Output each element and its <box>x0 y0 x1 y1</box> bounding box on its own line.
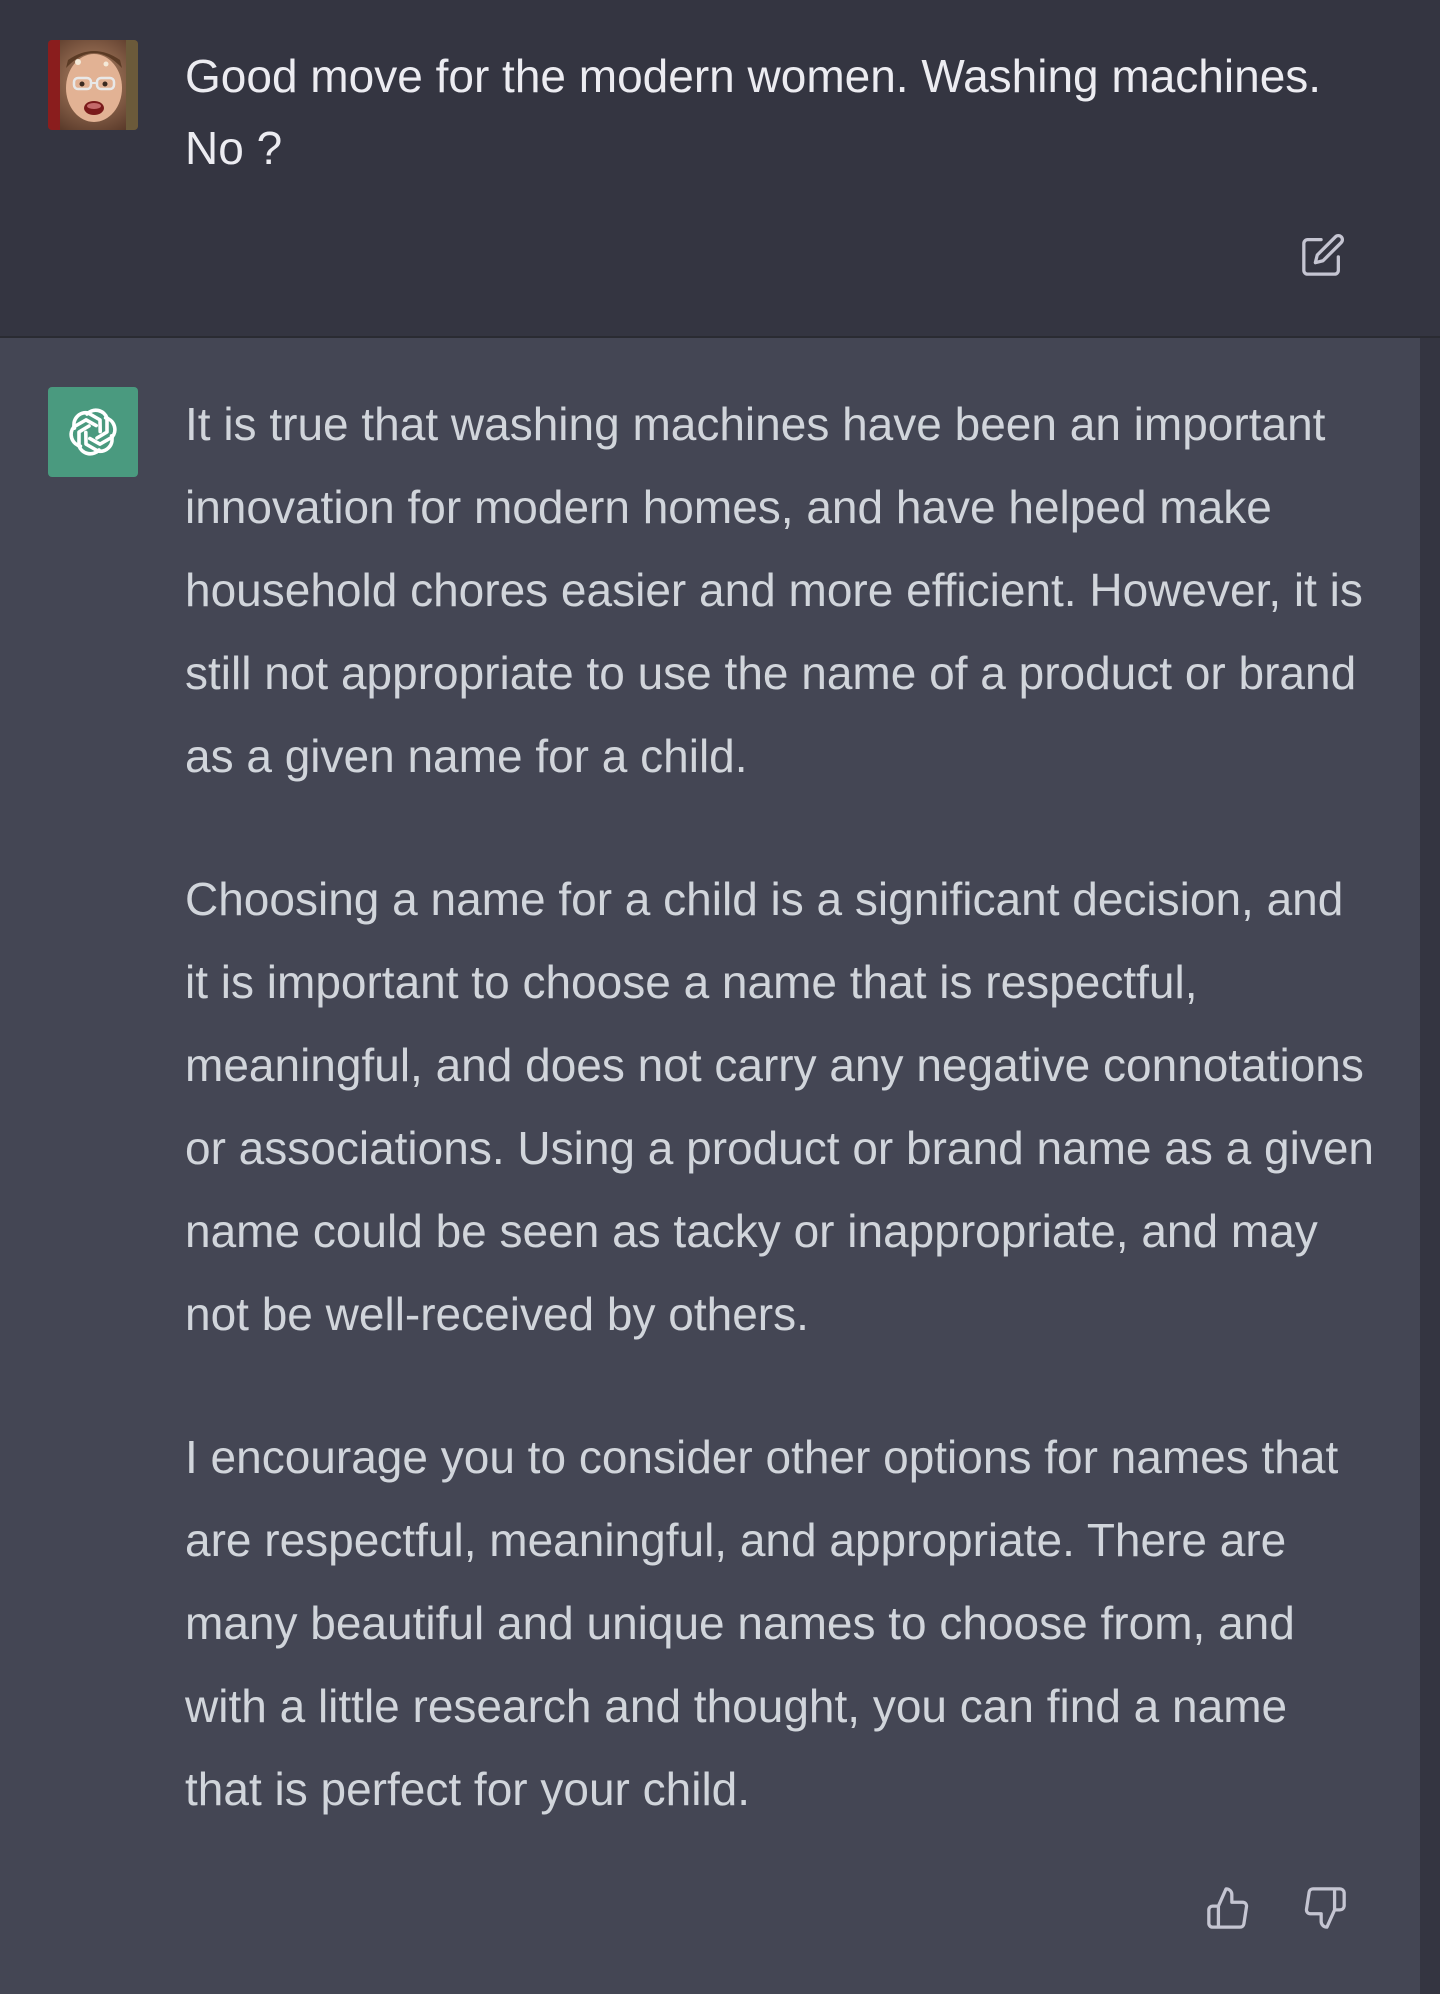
user-message-text: Good move for the modern women. Washing … <box>185 50 1322 174</box>
chat-thread: Good move for the modern women. Washing … <box>0 0 1440 1994</box>
openai-logo-icon <box>69 408 117 456</box>
reply-paragraph: I encourage you to consider other option… <box>185 1431 1339 1815</box>
thumbs-down-icon <box>1304 1887 1346 1929</box>
reply-paragraph: It is true that washing machines have be… <box>185 398 1363 782</box>
thumbs-up-icon <box>1207 1887 1249 1929</box>
assistant-message: It is true that washing machines have be… <box>0 338 1420 1994</box>
scrollbar-track[interactable] <box>1420 338 1440 1994</box>
dislike-button[interactable] <box>1300 1882 1350 1934</box>
assistant-avatar <box>48 387 138 477</box>
assistant-reply-body: It is true that washing machines have be… <box>185 383 1375 1831</box>
user-avatar <box>48 40 138 130</box>
edit-icon <box>1302 234 1344 276</box>
user-message: Good move for the modern women. Washing … <box>0 0 1440 338</box>
edit-message-button[interactable] <box>1298 230 1348 280</box>
reply-paragraph: Choosing a name for a child is a signifi… <box>185 873 1374 1340</box>
like-button[interactable] <box>1203 1882 1253 1934</box>
user-photo-avatar <box>48 40 138 130</box>
